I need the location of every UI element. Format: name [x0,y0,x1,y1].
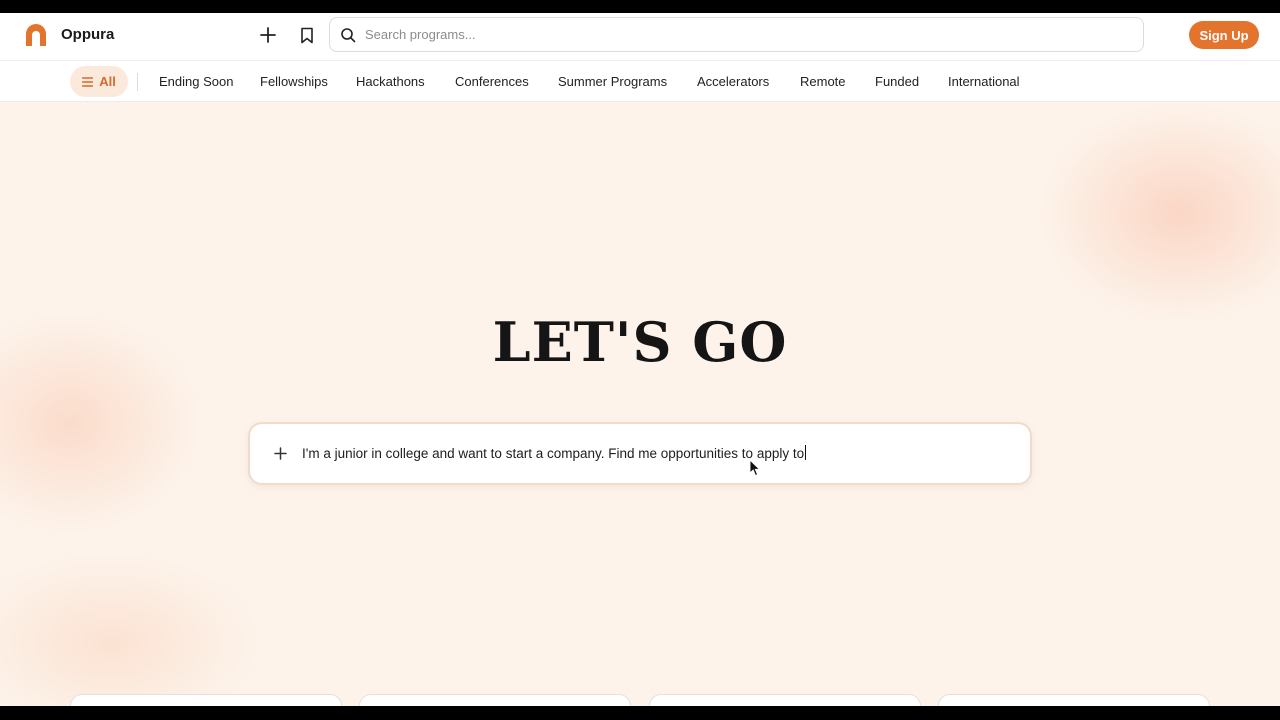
program-card[interactable] [70,694,342,706]
prompt-input[interactable]: I'm a junior in college and want to star… [302,445,807,461]
program-card[interactable] [938,694,1210,706]
prompt-input-text: I'm a junior in college and want to star… [302,446,805,461]
category-conferences[interactable]: Conferences [455,74,529,89]
category-all-pill[interactable]: All [70,66,128,97]
program-card[interactable] [649,694,921,706]
category-fellowships[interactable]: Fellowships [260,74,328,89]
category-accelerators[interactable]: Accelerators [697,74,769,89]
mouse-cursor-icon [749,459,761,477]
program-card[interactable] [359,694,631,706]
logo-arch-icon[interactable] [24,23,48,47]
menu-icon [82,76,94,87]
plus-icon[interactable] [257,24,279,46]
sign-up-button[interactable]: Sign Up [1189,21,1259,49]
app-window: Oppura Sign Up All Ending Soon Fellowshi… [0,13,1280,706]
category-nav: All Ending Soon Fellowships Hackathons C… [0,60,1280,102]
category-divider [137,73,138,91]
category-hackathons[interactable]: Hackathons [356,74,425,89]
text-caret [805,445,807,460]
category-funded[interactable]: Funded [875,74,919,89]
category-summer-programs[interactable]: Summer Programs [558,74,667,89]
hero-title: LET'S GO [492,310,788,374]
category-remote[interactable]: Remote [800,74,846,89]
search-bar[interactable] [329,17,1144,52]
search-icon [341,28,356,43]
prompt-box[interactable]: I'm a junior in college and want to star… [248,422,1032,485]
attach-plus-icon[interactable] [271,444,289,462]
bookmark-icon[interactable] [296,24,318,46]
background-glow [1040,103,1280,323]
background-glow [0,553,260,706]
search-input[interactable] [365,19,1125,50]
category-ending-soon[interactable]: Ending Soon [159,74,233,89]
category-all-label: All [99,74,116,89]
category-international[interactable]: International [948,74,1020,89]
brand-name[interactable]: Oppura [61,26,114,43]
top-header: Oppura Sign Up [0,13,1280,60]
